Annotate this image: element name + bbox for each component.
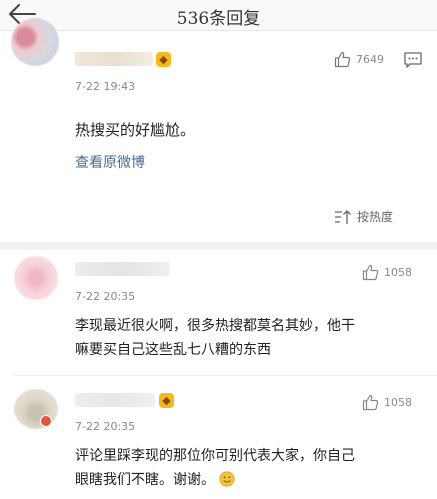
- reply-timestamp: 7-22 20:35: [75, 420, 136, 433]
- like-button[interactable]: 7649: [334, 51, 384, 68]
- avatar[interactable]: [11, 18, 59, 66]
- reply-text-line: 李现最近很火啊，很多热搜都莫名其妙，他干: [75, 318, 355, 334]
- comment-thread-page: 536条回复 ◆ 7-22 19:43 7649 热搜买的好尴尬。 查看原微博 …: [0, 0, 437, 499]
- view-original-weibo-link[interactable]: 查看原微博: [75, 152, 145, 172]
- verified-badge-icon: [40, 415, 52, 427]
- like-count: 1058: [384, 396, 412, 409]
- thumb-up-icon: [362, 394, 379, 411]
- row-divider: [14, 375, 437, 376]
- vip-badge-icon: ◆: [156, 52, 171, 67]
- reply-text-line: 嘛要买自己这些乱七八糟的东西: [75, 342, 271, 358]
- sort-label: 按热度: [357, 210, 394, 224]
- section-divider: [0, 242, 437, 250]
- like-button[interactable]: 1058: [362, 394, 412, 411]
- username-redacted[interactable]: [75, 262, 170, 276]
- comment-icon: [404, 52, 422, 68]
- comment-timestamp: 7-22 19:43: [75, 80, 136, 93]
- smile-emoji-icon: [219, 471, 235, 495]
- avatar[interactable]: [14, 256, 58, 300]
- username-redacted[interactable]: [75, 52, 153, 66]
- sort-by-hotness-button[interactable]: 按热度: [334, 208, 393, 225]
- reply-text-line: 评论里踩李现的那位你可别代表大家，你自己: [75, 448, 355, 464]
- thumb-up-icon: [334, 51, 351, 68]
- username-redacted[interactable]: [75, 393, 155, 407]
- comment-text: 热搜买的好尴尬。: [75, 121, 196, 139]
- like-count: 1058: [384, 266, 412, 279]
- reply-timestamp: 7-22 20:35: [75, 290, 136, 303]
- reply-button[interactable]: [404, 52, 422, 72]
- like-button[interactable]: 1058: [362, 264, 412, 281]
- page-title: 536条回复: [176, 9, 261, 29]
- like-count: 7649: [356, 53, 384, 66]
- reply-text-line-2: 眼瞎我们不瞎。谢谢。: [75, 468, 235, 495]
- vip-badge-icon: ◆: [159, 393, 174, 408]
- sort-icon: [335, 209, 351, 224]
- reply-text: 眼瞎我们不瞎。谢谢。: [75, 472, 215, 488]
- thumb-up-icon: [362, 264, 379, 281]
- top-bar: 536条回复: [0, 0, 437, 31]
